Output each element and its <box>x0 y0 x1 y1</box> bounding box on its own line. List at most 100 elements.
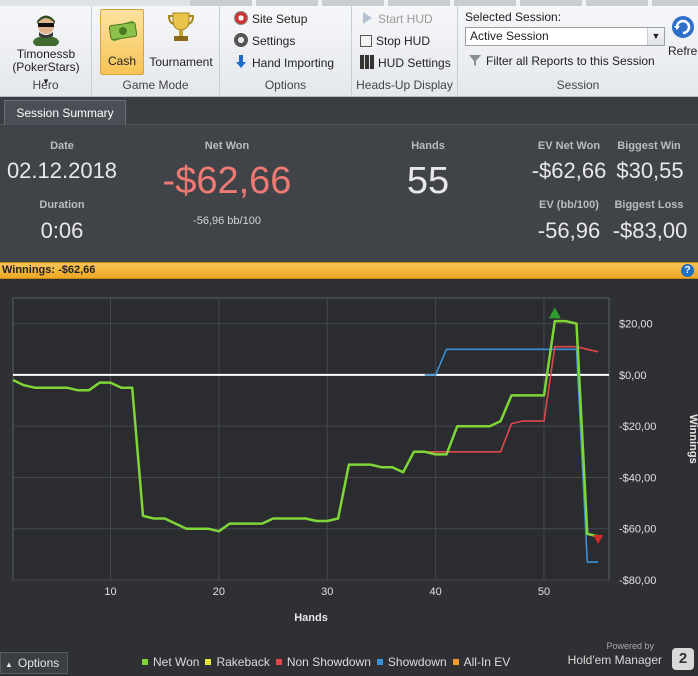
hands-label: Hands <box>411 140 445 152</box>
y-tick-label: -$80,00 <box>619 575 656 587</box>
hud-settings-icon <box>360 55 374 69</box>
powered-by-text: Powered by <box>606 641 654 651</box>
hem2-logo-icon: 2 <box>672 648 694 670</box>
y-axis-label: Winnings <box>687 414 698 463</box>
hand-importing-button[interactable]: Hand Importing <box>234 53 334 73</box>
footer-bar: ▲ Options Net Won Rakeback Non Showdown Show… <box>0 641 698 676</box>
legend-label: Non Showdown <box>286 655 371 669</box>
legend-label: Rakeback <box>216 655 270 669</box>
import-arrow-icon <box>234 55 248 69</box>
x-tick-label: 10 <box>104 586 116 598</box>
filter-reports-button[interactable]: Filter all Reports to this Session <box>468 51 655 71</box>
options-group-label: Options <box>264 78 307 92</box>
refresh-button[interactable]: Refres <box>666 10 698 66</box>
tournament-button[interactable]: Tournament <box>146 9 216 75</box>
session-group-label: Session <box>556 78 600 92</box>
report-tab-bar: Session Summary <box>0 97 698 125</box>
legend-swatch <box>205 659 212 665</box>
net-won-value: -$62,66 <box>162 160 292 202</box>
settings-button[interactable]: Settings <box>234 31 295 51</box>
refresh-label: Refres <box>668 44 698 58</box>
date-value: 02.12.2018 <box>6 158 118 183</box>
start-hud-button[interactable]: Start HUD <box>360 9 433 29</box>
chevron-up-icon: ▲ <box>5 660 13 669</box>
legend-item[interactable]: Rakeback <box>205 653 270 671</box>
ev-net-won-value: -$62,66 <box>531 158 607 183</box>
legend-item[interactable]: Net Won <box>142 653 199 671</box>
legend-swatch <box>142 659 148 665</box>
session-summary-panel: Date 02.12.2018 Duration 0:06 Net Won -$… <box>0 125 698 262</box>
game-mode-group: Cash Tournament Game Mode <box>92 6 220 95</box>
hud-group: Start HUD Stop HUD HUD Settings Heads-Up… <box>352 6 458 95</box>
winnings-chart: $20,00 $0,00 -$20,00 -$40,00 -$60,00 -$80,00 1… <box>12 297 698 624</box>
options-label: Options <box>17 656 60 670</box>
options-group: Site Setup Settings Hand Importing Optio… <box>220 6 352 95</box>
ribbon-toolbar: Timonessb (PokerStars) ▼ Hero Cash Tourn… <box>0 0 698 97</box>
biggest-loss-value: -$83,00 <box>612 218 688 243</box>
play-icon <box>360 11 374 25</box>
site-setup-label: Site Setup <box>252 12 308 26</box>
biggest-loss-label: Biggest Loss <box>614 199 684 211</box>
powered-by-logo: Powered by Hold'em Manager 2 <box>554 641 694 675</box>
chart-legend: Net Won Rakeback Non Showdown Showdown All-I… <box>142 653 516 671</box>
ev-net-won-label: EV Net Won <box>537 140 601 152</box>
legend-item[interactable]: Non Showdown <box>275 653 371 671</box>
hand-importing-label: Hand Importing <box>252 56 335 70</box>
legend-swatch <box>452 659 459 665</box>
cash-icon <box>108 20 138 42</box>
legend-label: Net Won <box>153 655 200 669</box>
biggest-win-label: Biggest Win <box>617 140 681 152</box>
help-icon[interactable]: ? <box>681 264 694 277</box>
legend-label: Showdown <box>387 655 447 669</box>
stop-hud-button[interactable]: Stop HUD <box>360 31 430 51</box>
y-tick-label: $0,00 <box>619 370 647 382</box>
session-select-value: Active Session <box>470 29 549 43</box>
session-select[interactable]: Active Session ▼ <box>465 27 665 46</box>
y-tick-label: -$20,00 <box>619 421 656 433</box>
x-axis-label: Hands <box>294 612 328 624</box>
site-setup-icon <box>234 11 248 25</box>
hero-group-label: Hero <box>32 78 59 92</box>
legend-label: All-In EV <box>463 655 511 669</box>
winnings-bar: Winnings: -$62,66 ? <box>0 262 698 279</box>
game-mode-group-label: Game Mode <box>122 78 189 92</box>
site-setup-button[interactable]: Site Setup <box>234 9 307 29</box>
selected-session-label: Selected Session: <box>465 10 562 24</box>
legend-swatch <box>376 659 383 665</box>
duration-value: 0:06 <box>40 218 84 243</box>
stop-icon <box>360 35 372 47</box>
session-group: Selected Session: Filter all Reports to … <box>458 6 698 95</box>
ev-bb-label: EV (bb/100) <box>539 199 599 211</box>
y-tick-label: -$40,00 <box>619 472 656 484</box>
x-tick-label: 20 <box>213 586 225 598</box>
hero-avatar-icon <box>29 12 63 48</box>
cash-button[interactable]: Cash <box>100 9 144 75</box>
stop-hud-label: Stop HUD <box>376 34 431 48</box>
x-tick-label: 40 <box>429 586 441 598</box>
biggest-win-value: $30,55 <box>616 158 684 183</box>
y-tick-label: -$60,00 <box>619 524 656 536</box>
cash-button-label: Cash <box>107 54 136 68</box>
filter-reports-label: Filter all Reports to this Session <box>486 54 655 68</box>
date-label: Date <box>50 140 74 152</box>
plot-area <box>12 297 610 581</box>
trophy-icon <box>168 12 194 41</box>
hero-selector-button[interactable]: Timonessb (PokerStars) ▼ <box>8 10 84 88</box>
start-hud-label: Start HUD <box>378 12 433 26</box>
legend-item[interactable]: Showdown <box>376 653 447 671</box>
hero-group: Timonessb (PokerStars) ▼ Hero <box>0 6 92 95</box>
hud-settings-label: HUD Settings <box>378 56 451 70</box>
net-won-label: Net Won <box>204 140 250 152</box>
y-tick-label: $20,00 <box>619 319 653 331</box>
legend-item[interactable]: All-In EV <box>452 653 511 671</box>
gear-icon <box>234 33 248 47</box>
refresh-icon <box>672 16 694 38</box>
options-toggle-button[interactable]: ▲ Options <box>0 652 68 674</box>
settings-label: Settings <box>252 34 296 48</box>
hud-group-label: Heads-Up Display <box>356 78 453 92</box>
chevron-down-icon[interactable]: ▼ <box>647 28 664 45</box>
hud-settings-button[interactable]: HUD Settings <box>360 53 451 73</box>
legend-swatch <box>275 659 282 665</box>
x-tick-label: 30 <box>321 586 333 598</box>
tab-session-summary[interactable]: Session Summary <box>4 100 126 125</box>
